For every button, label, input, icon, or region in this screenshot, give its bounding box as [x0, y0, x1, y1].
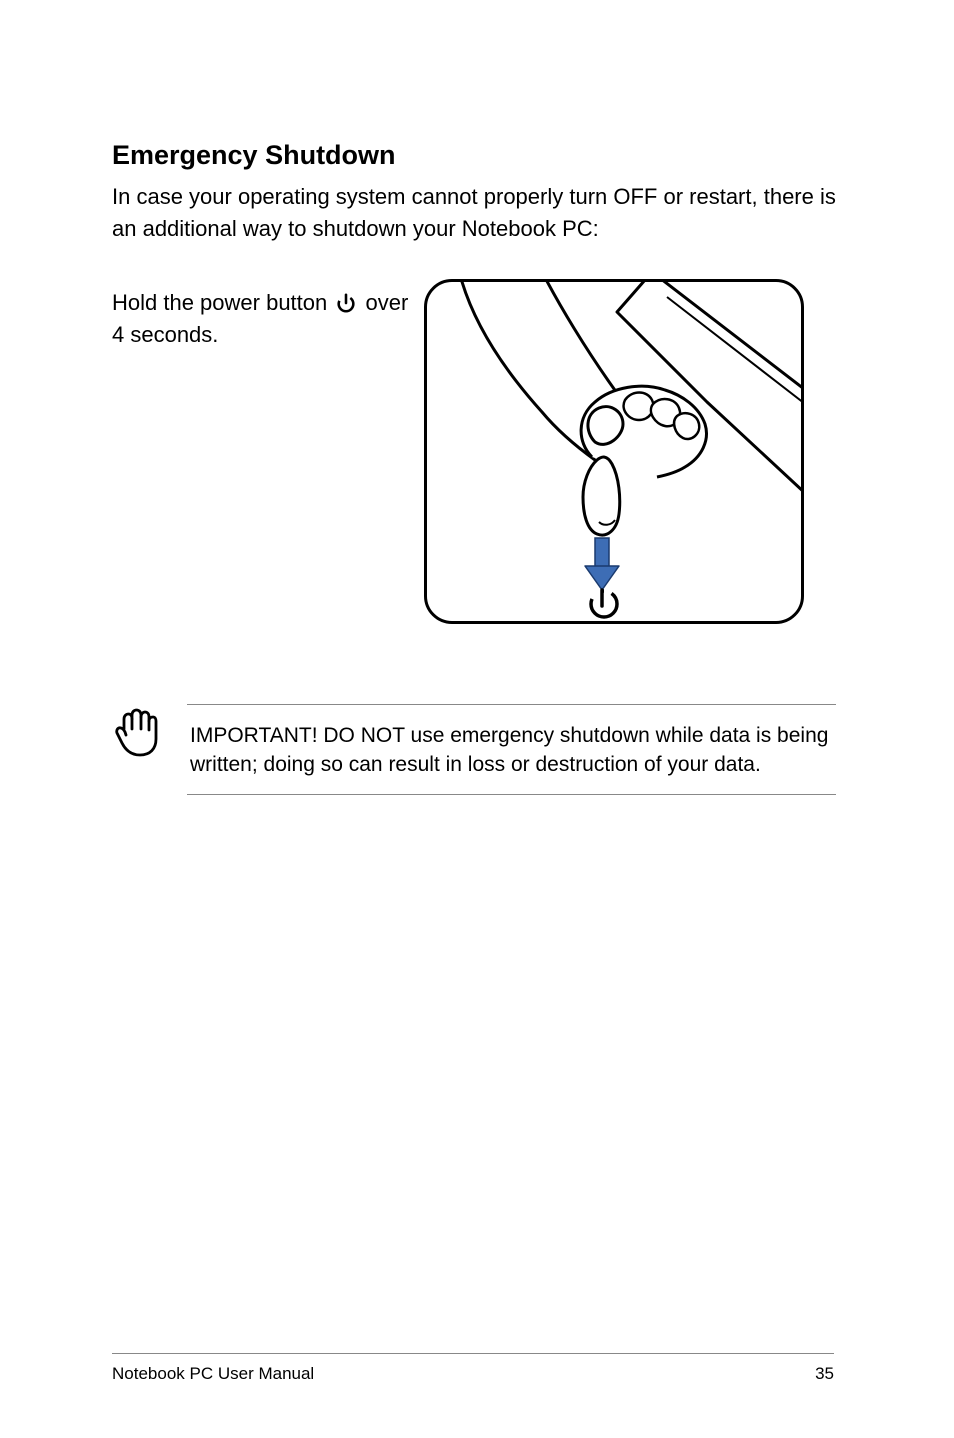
page-number: 35 — [815, 1364, 834, 1384]
hand-stop-icon — [112, 705, 162, 759]
callout-text: IMPORTANT! DO NOT use emergency shutdown… — [190, 721, 836, 780]
important-callout: IMPORTANT! DO NOT use emergency shutdown… — [187, 704, 836, 795]
instruction-row: Hold the power button over 4 seconds. — [112, 287, 836, 624]
page-footer: Notebook PC User Manual 35 — [112, 1353, 834, 1384]
section-heading: Emergency Shutdown — [112, 140, 836, 171]
hand-pressing-power-illustration — [424, 279, 804, 624]
footer-title: Notebook PC User Manual — [112, 1364, 314, 1384]
intro-paragraph: In case your operating system cannot pro… — [112, 181, 836, 245]
power-icon — [335, 291, 357, 313]
power-icon — [591, 590, 617, 617]
instruction-text: Hold the power button over 4 seconds. — [112, 287, 412, 351]
arrow-down-icon — [585, 538, 619, 590]
instruction-text-pre: Hold the power button — [112, 290, 333, 315]
